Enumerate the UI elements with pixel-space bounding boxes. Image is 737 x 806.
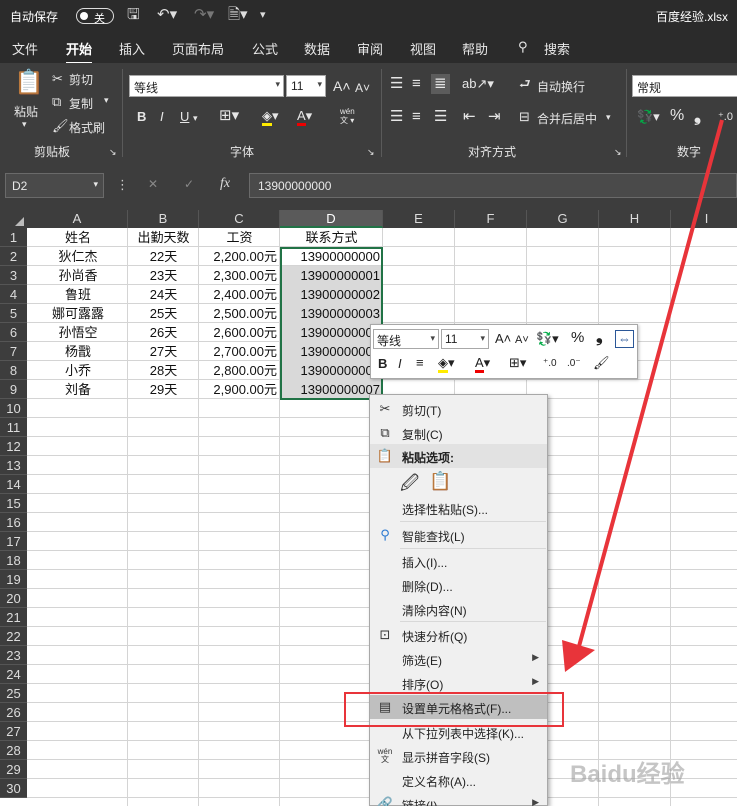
excel-window: 自动保存 关 🖫 ↶▾ ↷▾ 🗎▾ ▾ 百度经验.xlsx 文件 开始 插入 页… [0, 0, 737, 806]
arrow-shaft [576, 119, 724, 651]
watermark: Baidu经验 [570, 761, 685, 788]
arrow-annotation [562, 119, 724, 672]
